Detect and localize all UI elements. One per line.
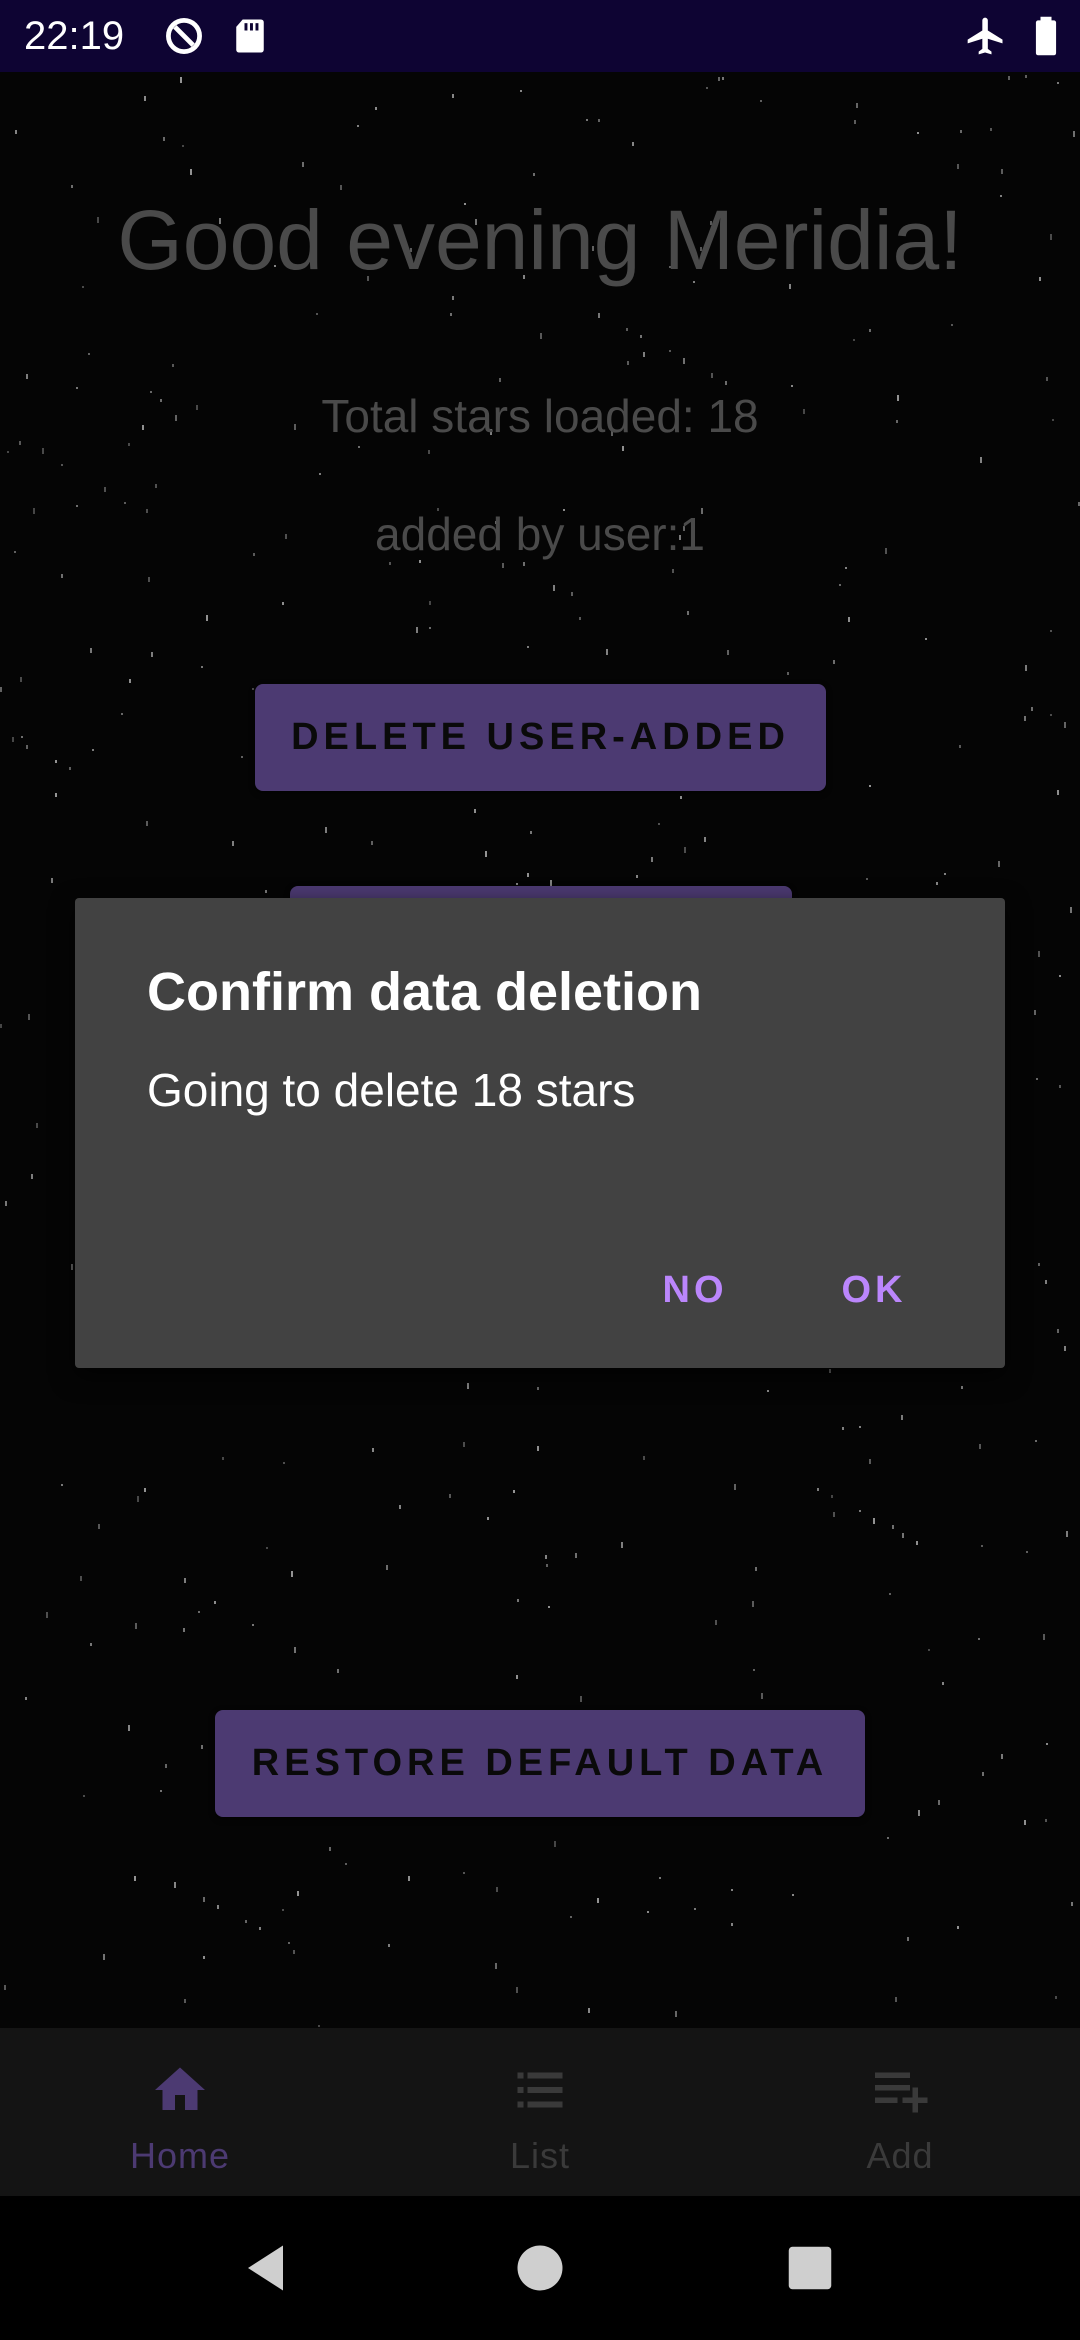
dialog-ok-button[interactable]: OK bbox=[819, 1260, 929, 1320]
dialog-message: Going to delete 18 stars bbox=[147, 1064, 636, 1116]
dialog-no-button[interactable]: NO bbox=[635, 1260, 755, 1320]
screen: 22:19 Good evening Meridia! Total stars … bbox=[0, 0, 1080, 2340]
confirm-deletion-dialog: Confirm data deletion Going to delete 18… bbox=[75, 898, 1005, 1368]
dialog-title: Confirm data deletion bbox=[147, 962, 703, 1022]
